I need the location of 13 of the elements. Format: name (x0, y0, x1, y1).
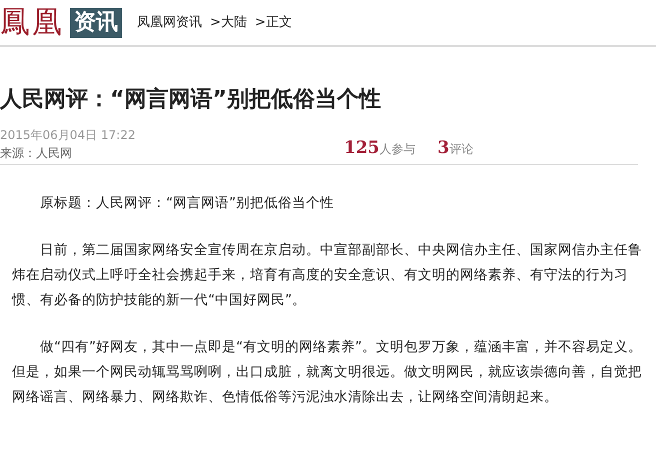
publish-date: 2015年06月04日 17:22 (0, 127, 136, 143)
stat-link[interactable]: 3评论 (438, 136, 474, 161)
article-paragraph: 原标题：人民网评：“网言网语”别把低俗当个性 (39, 194, 335, 213)
breadcrumb-link[interactable]: >正文 (254, 12, 292, 32)
article-source: 来源：人民网 (0, 145, 73, 161)
article-title: 人民网评：“网言网语”别把低俗当个性 (0, 86, 382, 114)
breadcrumb-link[interactable]: 凤凰网资讯 (137, 12, 202, 32)
channel-logo[interactable]: 资讯 (70, 8, 122, 38)
site-logo[interactable]: 鳳凰 (0, 8, 64, 38)
breadcrumb-link[interactable]: >大陆 (210, 12, 247, 32)
article-paragraph: 做“四有”好网友，其中一点即是“有文明的网络素养”。文明包罗万象，蕴涵丰富，并不容易定义。但是，如果一个网民动辄骂骂咧咧，出口成脏，就离文明很远。做文明网民，就应该崇德向善，自觉把网络谣言、网络暴力、网络欺诈、色情低俗等污泥浊水清除出去，让网络空间清朗起来。 (12, 338, 643, 407)
stat-link[interactable]: 125人参与 (344, 136, 416, 161)
article-paragraph: 日前，第二届国家网络安全宣传周在京启动。中宣部副部长、中央网信办主任、国家网信办主任鲁炜在启动仪式上呼吁全社会携起手来，培育有高度的安全意识、有文明的网络素养、有守法的行为习惯、有必备的防护技能的新一代“中国好网民”。 (12, 241, 643, 310)
